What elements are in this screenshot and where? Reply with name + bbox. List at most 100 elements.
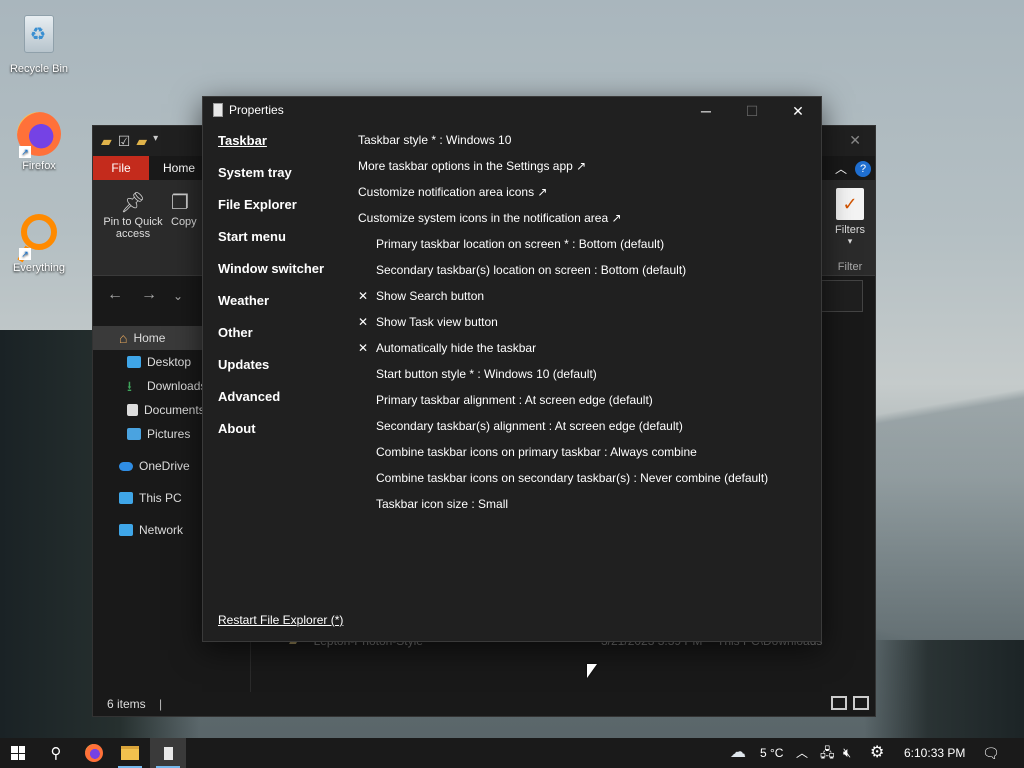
sidebar-item-weather[interactable]: Weather (218, 293, 348, 325)
setting-label: Primary taskbar alignment : At screen ed… (376, 393, 653, 407)
pictures-icon (127, 428, 141, 440)
restart-explorer-link[interactable]: Restart File Explorer (*) (218, 613, 343, 627)
new-folder-icon[interactable]: ▰ (136, 133, 147, 150)
nav-item-label: This PC (139, 491, 182, 505)
setting-item[interactable]: Customize system icons in the notificati… (358, 209, 811, 235)
pin-to-quick-access-button[interactable]: 📌︎ Pin to Quick access (99, 190, 167, 240)
setting-item[interactable]: ✕ Automatically hide the taskbar (358, 339, 811, 365)
minimize-icon[interactable]: ─ (683, 97, 729, 125)
filters-button[interactable]: ✓ Filters ▾ Filter (835, 188, 865, 273)
setting-item[interactable]: More taskbar options in the Settings app… (358, 157, 811, 183)
sidebar-item-taskbar[interactable]: Taskbar (218, 133, 348, 165)
setting-item[interactable]: Primary taskbar alignment : At screen ed… (358, 391, 811, 417)
home-icon: ⌂ (119, 330, 128, 346)
setting-item[interactable]: Taskbar style * : Windows 10 (358, 131, 811, 157)
setting-item[interactable]: Secondary taskbar(s) location on screen … (358, 261, 811, 287)
properties-dialog[interactable]: Properties ─ ☐ ✕ Taskbar System tray File … (202, 96, 822, 642)
folder-icon (121, 746, 139, 760)
desktop-icon-label: Everything (13, 262, 65, 274)
setting-label: Combine taskbar icons on secondary taskb… (376, 471, 769, 485)
close-icon: ✕ (358, 315, 369, 329)
dialog-titlebar[interactable]: Properties ─ ☐ ✕ (203, 97, 821, 125)
clock[interactable]: 6:10:33 PM (904, 738, 965, 768)
sidebar-item-window-switcher[interactable]: Window switcher (218, 261, 348, 293)
search-button[interactable]: ⚲ (38, 738, 74, 768)
app-icon (213, 103, 223, 117)
copy-label: Copy (171, 216, 197, 228)
chevron-up-icon[interactable]: ︿ (835, 160, 847, 177)
search-icon: ⚲ (50, 745, 62, 762)
back-icon[interactable]: ← (107, 286, 123, 304)
mouse-cursor-icon (587, 664, 597, 678)
desktop-icon-firefox[interactable]: ↗ Firefox (6, 112, 72, 172)
setting-item[interactable]: Customize notification area icons ↗ (358, 183, 811, 209)
download-icon: ⭳ (127, 378, 132, 394)
close-icon[interactable]: ✕ (775, 97, 821, 125)
desktop-icon-recycle-bin[interactable]: Recycle Bin (6, 12, 72, 75)
nav-item-label: Documents (144, 403, 205, 417)
item-count: 6 items (107, 697, 146, 711)
sidebar-item-system-tray[interactable]: System tray (218, 165, 348, 197)
shortcut-arrow-icon: ↗ (19, 248, 31, 260)
sidebar-item-start-menu[interactable]: Start menu (218, 229, 348, 261)
notification-center-icon[interactable]: 🗨︎ (982, 738, 1000, 768)
pin-label: Pin to Quick access (103, 216, 163, 240)
chevron-down-icon[interactable]: ▾ (153, 133, 158, 150)
gear-icon[interactable]: ⚙ (870, 738, 884, 768)
setting-item[interactable]: Primary taskbar location on screen * : B… (358, 235, 811, 261)
setting-item[interactable]: ✕ Show Task view button (358, 313, 811, 339)
network-icon (119, 524, 133, 536)
desktop-icon-label: Recycle Bin (9, 63, 69, 75)
setting-item[interactable]: ✕ Show Search button (358, 287, 811, 313)
close-icon[interactable]: ✕ (849, 132, 861, 149)
sidebar-item-advanced[interactable]: Advanced (218, 389, 348, 421)
taskbar-firefox[interactable] (76, 738, 112, 768)
volume-muted-icon[interactable]: 🔇︎ (843, 738, 851, 768)
tab-home[interactable]: Home (163, 156, 195, 180)
details-view-icon[interactable] (831, 696, 847, 710)
setting-label: Show Search button (376, 289, 485, 303)
sidebar-item-updates[interactable]: Updates (218, 357, 348, 389)
weather-temp[interactable]: 5 °C (760, 738, 783, 768)
taskbar-properties[interactable] (150, 738, 186, 768)
network-icon[interactable]: 🖧︎ (820, 738, 835, 768)
setting-label: Combine taskbar icons on primary taskbar… (376, 445, 697, 459)
computer-icon (119, 492, 133, 504)
copy-button[interactable]: ❐ Copy (171, 190, 197, 228)
cloud-icon (119, 461, 133, 471)
setting-label: Secondary taskbar(s) location on screen … (376, 263, 687, 277)
settings-sidebar: Taskbar System tray File Explorer Start men… (218, 133, 348, 453)
sidebar-item-about[interactable]: About (218, 421, 348, 453)
maximize-icon[interactable]: ☐ (729, 97, 775, 125)
taskbar-file-explorer[interactable] (112, 738, 148, 768)
firefox-icon: ↗ (17, 112, 61, 158)
setting-item[interactable]: Combine taskbar icons on secondary taskb… (358, 469, 811, 495)
cloud-icon[interactable]: ☁ (730, 738, 746, 768)
windows-logo-icon (11, 746, 25, 760)
help-icon[interactable]: ? (855, 160, 871, 177)
properties-icon[interactable]: ☑ (118, 133, 131, 150)
status-separator: | (159, 697, 163, 711)
setting-item[interactable]: Taskbar icon size : Small (358, 495, 811, 521)
forward-icon[interactable]: → (141, 286, 157, 304)
chevron-down-icon[interactable]: ⌄ (173, 289, 183, 303)
start-button[interactable] (0, 738, 36, 768)
sidebar-item-file-explorer[interactable]: File Explorer (218, 197, 348, 229)
setting-label: Customize system icons in the notificati… (358, 211, 622, 225)
tab-file[interactable]: File (93, 156, 149, 180)
nav-item-label: Network (139, 523, 184, 537)
desktop-icon-label: Firefox (22, 160, 56, 172)
setting-label: Automatically hide the taskbar (376, 341, 537, 355)
setting-item[interactable]: Combine taskbar icons on primary taskbar… (358, 443, 811, 469)
setting-item[interactable]: Start button style * : Windows 10 (defau… (358, 365, 811, 391)
folder-icon[interactable]: ▰ (101, 133, 112, 150)
search-input[interactable] (821, 280, 863, 312)
status-bar: 6 items | (93, 692, 875, 716)
setting-label: Start button style * : Windows 10 (defau… (376, 367, 597, 381)
large-icons-view-icon[interactable] (853, 696, 869, 710)
chevron-up-icon[interactable]: ︿ (796, 738, 808, 768)
setting-item[interactable]: Secondary taskbar(s) alignment : At scre… (358, 417, 811, 443)
desktop-icon (127, 356, 141, 368)
desktop-icon-everything[interactable]: ↗ Everything (6, 212, 72, 274)
sidebar-item-other[interactable]: Other (218, 325, 348, 357)
